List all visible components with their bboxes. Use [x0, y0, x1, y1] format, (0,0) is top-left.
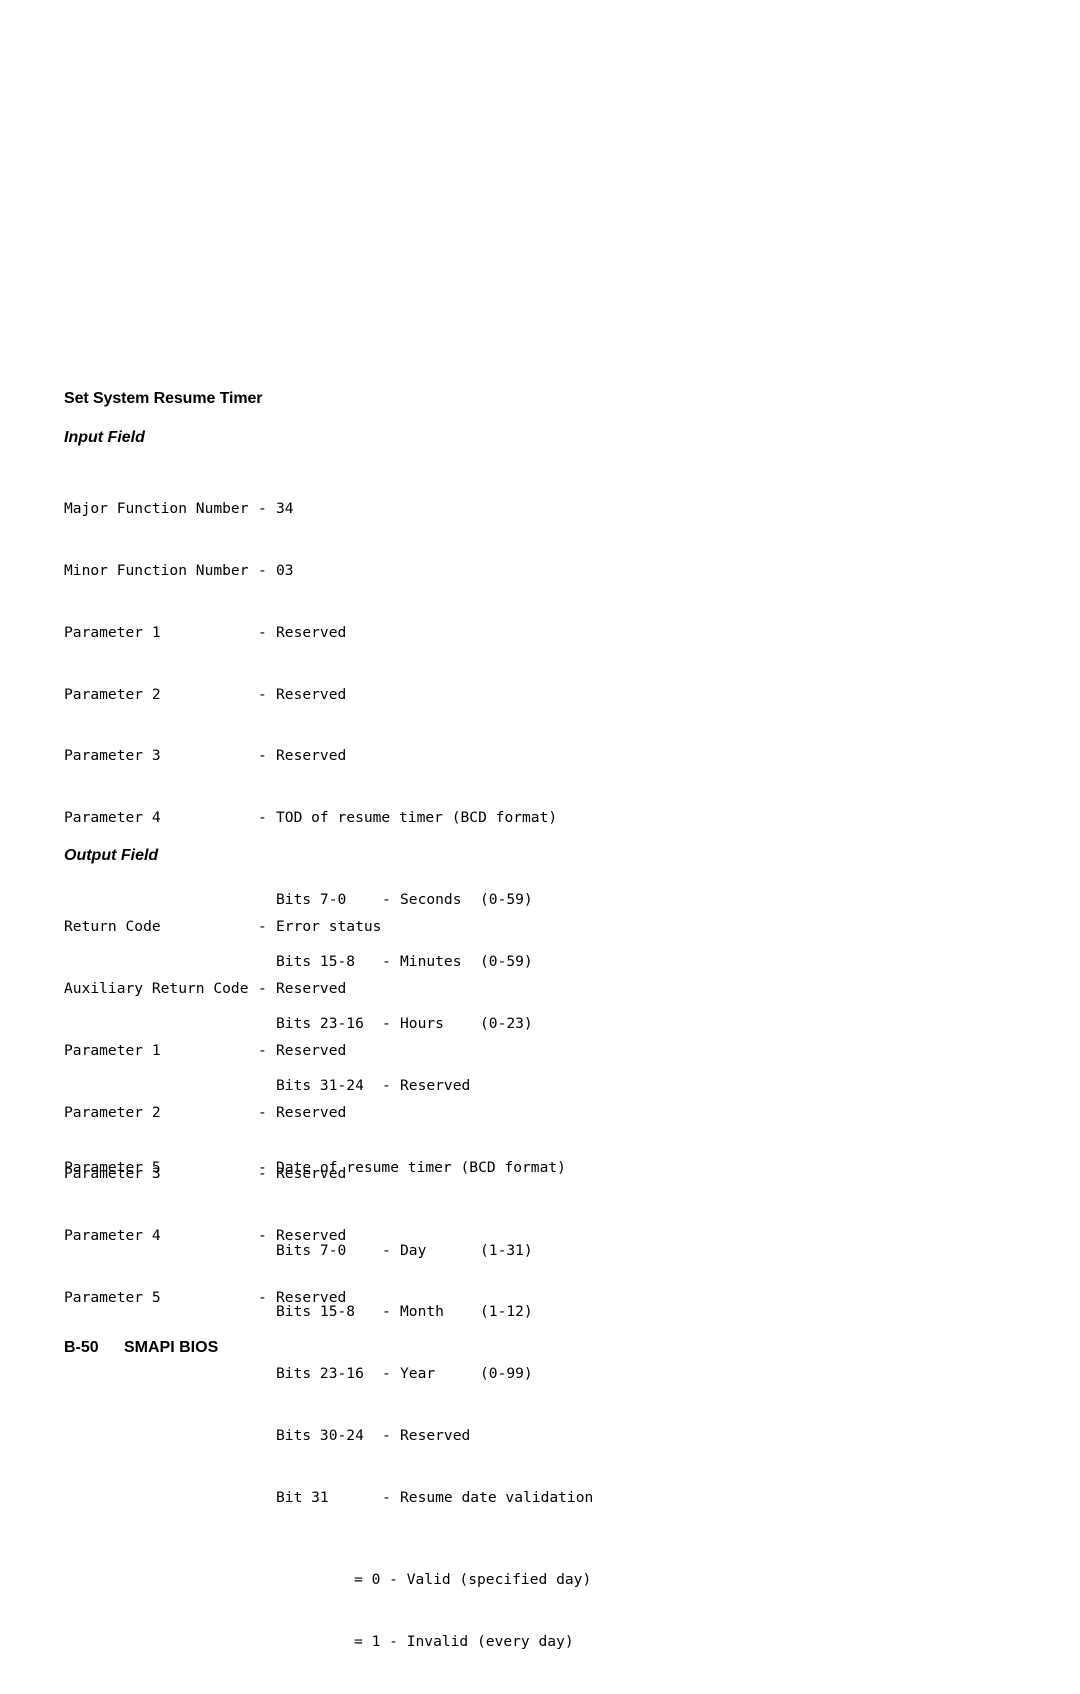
output-row-parameter-1: Parameter 1- Reserved — [64, 1041, 347, 1059]
bit31-value-row: = 1 - Invalid (every day) — [354, 1632, 574, 1650]
page-number: B-50 — [64, 1339, 99, 1356]
input-row-parameter-3: Parameter 3- Reserved — [64, 747, 347, 765]
input-field-heading: Input Field — [64, 429, 145, 446]
input-row-major-function: Major Function Number -34 — [64, 500, 294, 518]
output-field-heading: Output Field — [64, 847, 159, 864]
page-footer: B-50 SMAPI BIOS — [64, 1339, 218, 1357]
param5-bits-row: Bits 30-24- Reserved — [276, 1426, 471, 1444]
output-row-parameter-2: Parameter 2- Reserved — [64, 1103, 347, 1121]
param5-bits-row: Bit 31- Resume date validation — [276, 1488, 594, 1506]
footer-title: SMAPI BIOS — [124, 1339, 219, 1356]
input-row-parameter-1: Parameter 1- Reserved — [64, 623, 347, 641]
output-row-parameter-3: Parameter 3- Reserved — [64, 1165, 347, 1183]
input-row-parameter-4: Parameter 4- TOD of resume timer (BCD for… — [64, 809, 558, 827]
output-row-parameter-4: Parameter 4- Reserved — [64, 1227, 347, 1245]
document-page: Set System Resume Timer Input Field Majo… — [0, 0, 1080, 1650]
param5-bits-row: Bits 23-16- Year (0-99) — [276, 1365, 533, 1383]
section-title: Set System Resume Timer — [64, 390, 263, 407]
output-row-return-code: Return Code - Error status — [64, 918, 382, 936]
output-row-parameter-5: Parameter 5- Reserved — [64, 1288, 347, 1306]
input-row-parameter-2: Parameter 2- Reserved — [64, 685, 347, 703]
bit31-value-row: = 0 - Valid (specified day) — [354, 1571, 592, 1589]
output-field-table: Return Code - Error status Auxiliary Retur… — [64, 876, 381, 1350]
output-row-aux-return-code: Auxiliary Return Code - Reserved — [64, 979, 347, 997]
input-row-minor-function: Minor Function Number -03 — [64, 561, 294, 579]
